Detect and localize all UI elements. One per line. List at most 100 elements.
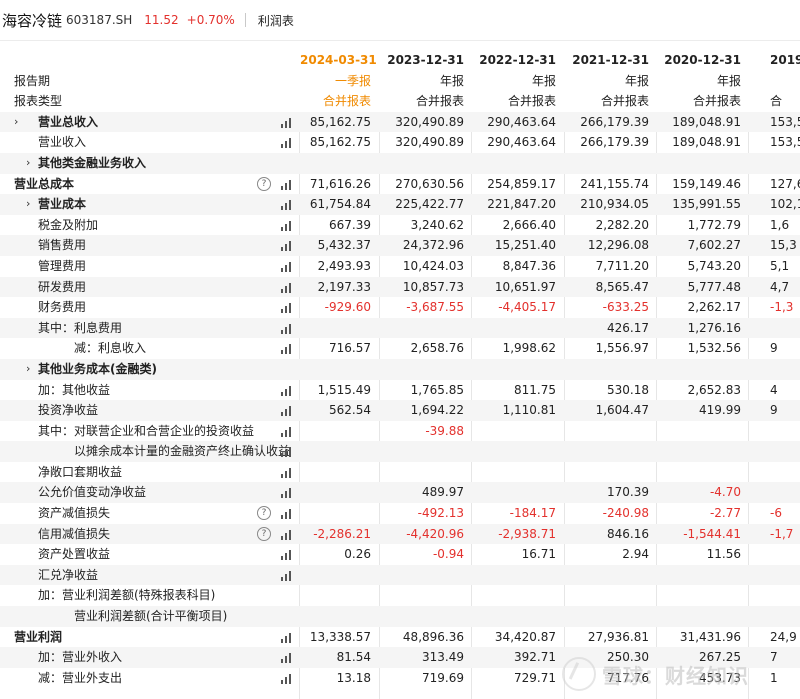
column-date[interactable]: 2023-12-31 xyxy=(380,50,464,71)
bar-chart-icon[interactable] xyxy=(281,405,293,417)
table-cell: 27,936.81 xyxy=(587,629,649,644)
table-cell: 7,602.27 xyxy=(687,238,741,253)
row-label: 加：营业外收入 xyxy=(38,650,123,665)
watermark-text: 雪球：财经知识 xyxy=(602,663,749,688)
table-cell: 1,556.97 xyxy=(595,341,649,356)
table-cell: 2.94 xyxy=(622,547,649,562)
row-label: 减：营业外支出 xyxy=(38,670,123,685)
column-date[interactable]: 2020-12-31 xyxy=(657,50,741,71)
table-row: 研发费用 2,197.33 10,857.73 10,651.97 8,565.47 5,… xyxy=(0,276,800,298)
table-cell: 153,5 xyxy=(770,114,800,129)
table-cell: 3,240.62 xyxy=(410,217,464,232)
table-cell: 426.17 xyxy=(607,320,649,335)
table-row: › 其他类金融业务收入 xyxy=(0,152,800,174)
table-cell: -2.77 xyxy=(709,506,741,521)
table-cell: 5,1 xyxy=(770,258,790,273)
bar-chart-icon[interactable] xyxy=(281,426,293,437)
chevron-right-icon[interactable]: › xyxy=(26,153,30,174)
table-cell: 2,197.33 xyxy=(317,279,371,294)
row-label: 加：其他收益 xyxy=(38,382,111,397)
table-cell: 85,162.75 xyxy=(309,114,371,129)
bar-chart-icon[interactable] xyxy=(281,508,293,520)
table-cell: 1,532.56 xyxy=(687,341,741,356)
table-row: 销售费用 5,432.37 24,372.96 15,251.40 12,296.08 7… xyxy=(0,235,800,256)
column-date[interactable]: 2021-12-31 xyxy=(565,50,649,71)
bar-chart-icon[interactable] xyxy=(281,446,293,458)
column-date[interactable]: 2019- xyxy=(770,50,800,71)
table-cell: -1,3 xyxy=(770,300,794,315)
table-cell: 2,282.20 xyxy=(595,217,649,232)
table-cell: 2,658.76 xyxy=(410,341,464,356)
table-cell: -184.17 xyxy=(509,506,556,521)
table-cell: 9 xyxy=(770,403,778,418)
table-cell: 5,777.48 xyxy=(687,279,741,294)
table-row: 加：其他收益 1,515.49 1,765.85 811.75 530.18 2,652.… xyxy=(0,380,800,401)
bar-chart-icon[interactable] xyxy=(281,302,293,314)
bar-chart-icon[interactable] xyxy=(281,117,293,128)
bar-chart-icon[interactable] xyxy=(281,529,293,540)
row-label: 税金及附加 xyxy=(38,217,99,232)
column-date[interactable]: 2022-12-31 xyxy=(472,50,556,71)
column-type: 合并报表 xyxy=(415,94,464,109)
table-cell: 7,711.20 xyxy=(595,258,649,273)
table-cell: 1,276.16 xyxy=(687,320,741,335)
header-divider xyxy=(244,13,246,27)
bar-chart-icon[interactable] xyxy=(281,240,293,252)
bar-chart-icon[interactable] xyxy=(281,385,293,396)
stock-change: +0.70% xyxy=(186,13,235,27)
table-cell: 1,694.22 xyxy=(410,403,464,418)
table-cell: 11.56 xyxy=(706,547,741,562)
bar-chart-icon[interactable] xyxy=(281,179,293,190)
table-cell: 266,179.39 xyxy=(580,114,649,129)
bar-chart-icon[interactable] xyxy=(281,323,293,334)
table-cell: 4 xyxy=(770,382,778,397)
table-cell: 0.26 xyxy=(344,547,371,562)
chevron-right-icon[interactable]: › xyxy=(26,194,30,215)
row-label: 管理费用 xyxy=(38,258,87,273)
row-label: 营业收入 xyxy=(38,135,87,150)
table-cell: -4.70 xyxy=(709,485,741,500)
table-cell: 13,338.57 xyxy=(309,629,371,644)
help-icon[interactable]: ? xyxy=(257,176,271,191)
chevron-right-icon[interactable]: › xyxy=(26,359,30,380)
row-label: 营业总成本 xyxy=(14,176,75,191)
column-period: 年报 xyxy=(531,73,556,88)
bar-chart-icon[interactable] xyxy=(281,137,293,149)
help-icon[interactable]: ? xyxy=(257,506,271,521)
bar-chart-icon[interactable] xyxy=(281,282,293,293)
table-cell: 10,857.73 xyxy=(402,279,464,294)
bar-chart-icon[interactable] xyxy=(281,652,293,664)
table-cell: 2,652.83 xyxy=(687,382,741,397)
column-period: 年报 xyxy=(716,73,741,88)
bar-chart-icon[interactable] xyxy=(281,199,293,211)
table-row: 资产处置收益 0.26 -0.94 16.71 2.94 11.56 xyxy=(0,544,800,565)
table-row: 减：利息收入 716.57 2,658.76 1,998.62 1,556.97 1,53… xyxy=(0,338,800,359)
tab-income-statement[interactable]: 利润表 xyxy=(258,12,294,29)
chevron-right-icon[interactable]: › xyxy=(14,112,18,133)
help-icon[interactable]: ? xyxy=(257,526,271,541)
table-row: › 营业成本 61,754.84 225,422.77 221,847.20 210,93… xyxy=(0,194,800,215)
table-cell: 266,179.39 xyxy=(580,135,649,150)
table-cell: 12,296.08 xyxy=(587,238,649,253)
table-cell: -2,938.71 xyxy=(498,526,556,541)
table-cell: 127,6 xyxy=(770,176,800,191)
bar-chart-icon[interactable] xyxy=(281,549,293,561)
table-cell: 10,651.97 xyxy=(494,279,556,294)
stock-name: 海容冷链 xyxy=(2,11,63,30)
bar-chart-icon[interactable] xyxy=(281,487,293,499)
bar-chart-icon[interactable] xyxy=(281,261,293,272)
table-cell: 562.54 xyxy=(329,403,371,418)
bar-chart-icon[interactable] xyxy=(281,632,293,643)
bar-chart-icon[interactable] xyxy=(281,673,293,684)
table-cell: 811.75 xyxy=(514,382,556,397)
bar-chart-icon[interactable] xyxy=(281,343,293,355)
bar-chart-icon[interactable] xyxy=(281,570,293,581)
bar-chart-icon[interactable] xyxy=(281,467,293,478)
bar-chart-icon[interactable] xyxy=(281,220,293,231)
table-cell: 419.99 xyxy=(699,403,741,418)
column-date[interactable]: 2024-03-31 xyxy=(300,50,377,71)
row-label: 净敞口套期收益 xyxy=(38,464,123,479)
table-cell: 5,432.37 xyxy=(317,238,371,253)
watermark: 雪球：财经知识 xyxy=(562,655,749,693)
table-cell: 320,490.89 xyxy=(395,135,464,150)
